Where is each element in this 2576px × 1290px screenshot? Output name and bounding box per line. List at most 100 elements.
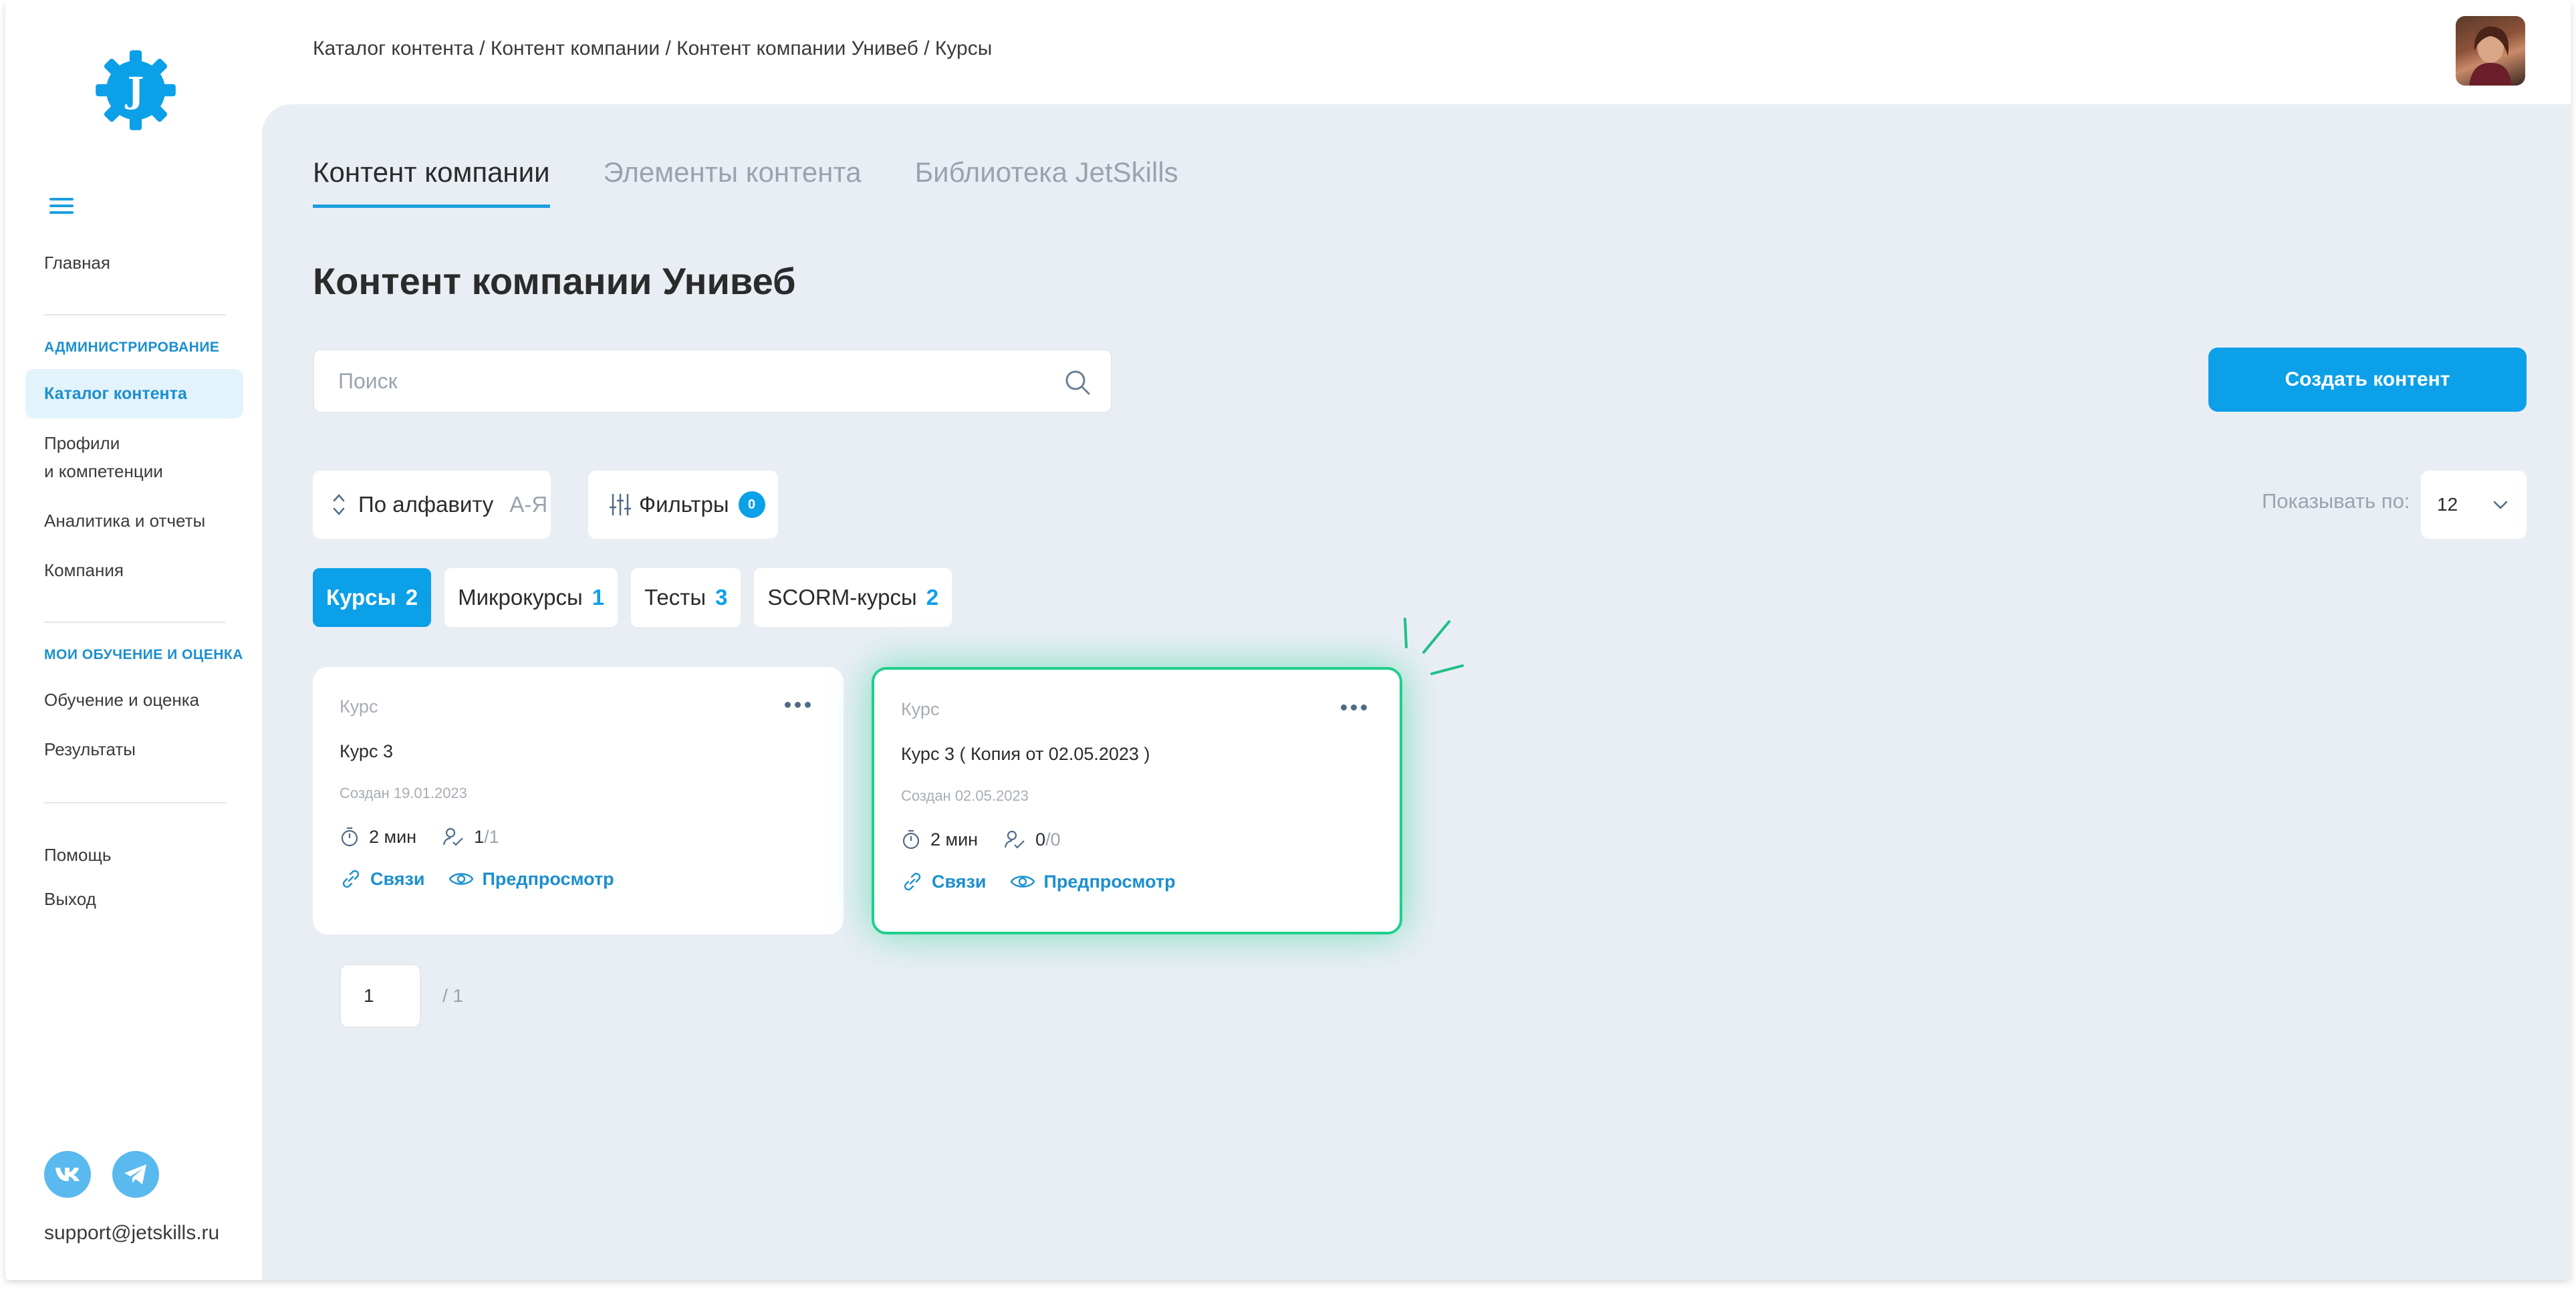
nav-profiles-line1: Профили	[44, 433, 120, 453]
card-meta: 2 мин 0/0	[901, 829, 1373, 850]
filters-count-badge: 0	[738, 491, 765, 518]
app-window: J Главная АДМИНИСТРИРОВАНИЕ Каталог конт…	[5, 0, 2571, 1280]
card-type: Курс	[340, 696, 378, 717]
page-number-input[interactable]: 1	[340, 964, 421, 1028]
chevron-down-icon	[2493, 501, 2508, 509]
nav-item-logout[interactable]: Выход	[44, 885, 96, 913]
menu-toggle-icon[interactable]	[49, 194, 74, 218]
nav-item-help[interactable]: Помощь	[44, 841, 111, 869]
filters-label: Фильтры	[639, 492, 729, 517]
main-panel: Контент компании Элементы контента Библи…	[262, 104, 2571, 1280]
content-tabs: Контент компании Элементы контента Библи…	[313, 156, 1178, 208]
chip-label: SCORM-курсы	[767, 585, 917, 610]
chip-count: 2	[405, 585, 418, 610]
page-total: / 1	[442, 985, 464, 1006]
sort-label: По алфавиту	[358, 492, 494, 517]
breadcrumb: Каталог контента / Контент компании / Ко…	[313, 37, 992, 60]
breadcrumb-item[interactable]: Контент компании	[491, 37, 660, 59]
search-icon[interactable]	[1063, 368, 1092, 397]
chip-microcourses[interactable]: Микрокурсы 1	[444, 568, 618, 627]
chip-label: Тесты	[644, 585, 706, 610]
eye-icon	[448, 873, 473, 885]
preview-label: Предпросмотр	[482, 868, 614, 889]
divider	[44, 314, 226, 315]
chip-count: 2	[926, 585, 939, 610]
links-button[interactable]: Связи	[340, 868, 425, 890]
card-assigned-total: /1	[484, 826, 499, 847]
page-title: Контент компании Унивеб	[313, 260, 796, 302]
section-learning: МОИ ОБУЧЕНИЕ И ОЦЕНКА	[44, 647, 243, 662]
card-type: Курс	[901, 699, 940, 719]
filters-button[interactable]: Фильтры 0	[588, 471, 778, 539]
user-check-icon	[1004, 830, 1025, 849]
preview-label: Предпросмотр	[1043, 871, 1176, 892]
card-title: Курс 3	[340, 741, 393, 761]
chip-label: Курсы	[326, 585, 396, 610]
nav-item-results[interactable]: Результаты	[44, 735, 136, 763]
preview-button[interactable]: Предпросмотр	[1009, 872, 1176, 892]
user-avatar[interactable]	[2456, 16, 2525, 86]
chip-tests[interactable]: Тесты 3	[631, 568, 741, 627]
sidebar: J Главная АДМИНИСТРИРОВАНИЕ Каталог конт…	[5, 0, 262, 1280]
card-duration: 2 мин	[930, 829, 979, 850]
links-label: Связи	[932, 871, 987, 892]
chip-count: 1	[592, 585, 605, 610]
chip-count: 3	[715, 585, 728, 610]
chip-label: Микрокурсы	[458, 585, 583, 610]
nav-item-learning[interactable]: Обучение и оценка	[44, 686, 199, 714]
jetskills-logo[interactable]: J	[92, 47, 179, 134]
nav-profiles-line2: и компетенции	[44, 461, 163, 481]
card-assigned: 0	[1035, 829, 1046, 850]
link-icon	[904, 872, 921, 891]
nav-item-profiles[interactable]: Профили и компетенции	[44, 429, 163, 485]
breadcrumb-item[interactable]: Каталог контента	[313, 37, 474, 59]
content-type-chips: Курсы 2 Микрокурсы 1 Тесты 3 SCORM-курсы 2	[313, 568, 952, 627]
chip-courses[interactable]: Курсы 2	[313, 568, 432, 627]
sparkle-icon	[1404, 618, 1464, 675]
section-admin: АДМИНИСТРИРОВАНИЕ	[44, 340, 220, 355]
per-page-select[interactable]: 12	[2421, 471, 2527, 539]
user-check-icon	[442, 827, 463, 846]
nav-item-home[interactable]: Главная	[44, 249, 110, 277]
more-options-icon[interactable]	[1341, 704, 1370, 715]
more-options-icon[interactable]	[785, 702, 814, 713]
course-card[interactable]: Курс Курс 3 Создан 19.01.2023 2 мин 1/1	[313, 667, 844, 934]
sort-order: А-Я	[509, 492, 548, 517]
telegram-icon[interactable]	[112, 1151, 159, 1198]
sort-button[interactable]: По алфавиту А-Я	[313, 471, 551, 539]
nav-item-company[interactable]: Компания	[44, 556, 124, 584]
nav-item-catalog[interactable]: Каталог контента	[25, 369, 243, 418]
card-actions: Связи Предпросмотр	[901, 870, 1373, 893]
preview-button[interactable]: Предпросмотр	[448, 869, 614, 890]
card-meta: 2 мин 1/1	[340, 826, 817, 848]
search-input[interactable]	[338, 350, 1047, 412]
links-button[interactable]: Связи	[901, 870, 987, 893]
create-content-button[interactable]: Создать контент	[2208, 348, 2527, 412]
card-created-date: Создан 19.01.2023	[340, 785, 467, 801]
chip-scorm-courses[interactable]: SCORM-курсы 2	[754, 568, 952, 627]
clock-icon	[341, 827, 358, 847]
course-card-highlighted[interactable]: Курс Курс 3 ( Копия от 02.05.2023 ) Созд…	[872, 667, 1402, 934]
breadcrumb-separator: /	[473, 37, 491, 59]
vk-icon[interactable]	[44, 1151, 91, 1198]
svg-text:J: J	[125, 70, 144, 111]
breadcrumb-item[interactable]: Контент компании Унивеб	[676, 37, 918, 59]
nav-item-analytics[interactable]: Аналитика и отчеты	[44, 507, 205, 535]
per-page-value: 12	[2437, 494, 2458, 515]
search-box	[313, 349, 1112, 413]
card-created-date: Создан 02.05.2023	[901, 787, 1029, 804]
per-page-label: Показывать по:	[2262, 489, 2410, 513]
divider	[44, 802, 226, 803]
breadcrumb-separator: /	[660, 37, 677, 59]
links-label: Связи	[370, 868, 425, 889]
divider	[44, 622, 226, 623]
support-email-link[interactable]: support@jetskills.ru	[44, 1222, 219, 1245]
tab-company-content[interactable]: Контент компании	[313, 156, 550, 208]
link-icon	[342, 870, 360, 888]
card-assigned-total: /0	[1045, 829, 1061, 850]
breadcrumb-item-current: Курсы	[934, 37, 993, 59]
tab-jetskills-library[interactable]: Библиотека JetSkills	[915, 156, 1178, 208]
breadcrumb-separator: /	[918, 37, 935, 59]
tab-content-elements[interactable]: Элементы контента	[604, 156, 862, 208]
card-actions: Связи Предпросмотр	[340, 868, 817, 890]
